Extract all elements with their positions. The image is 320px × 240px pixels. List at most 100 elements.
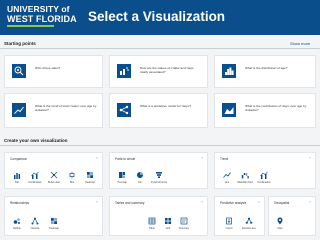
starting-point-text: What is a predictive model for 'days'?: [140, 104, 192, 108]
vis-label: Decision tree: [242, 227, 256, 230]
create-visualization-label: Create your own visualization: [4, 138, 68, 143]
network-icon: [31, 217, 39, 225]
vis-label: Bullet chart: [48, 181, 60, 184]
vis-combination[interactable]: Combination: [256, 171, 272, 184]
vis-label: Pie: [138, 181, 142, 184]
area-chart-icon: [222, 103, 236, 117]
starting-point-card[interactable]: What is the distribution of age?: [214, 55, 316, 88]
starting-point-text: How are the values of x'data' and 'days …: [140, 66, 194, 75]
bullet-chart-icon: [50, 171, 58, 179]
funnel-icon: [156, 172, 162, 178]
bar-scatter-icon: [117, 64, 131, 78]
vis-summary[interactable]: Summary: [176, 217, 192, 230]
panel-title: Predictive analysis: [220, 201, 247, 205]
bubble-chart-icon: [13, 218, 20, 224]
vis-box[interactable]: Box: [64, 171, 80, 184]
vis-label: Summary: [178, 227, 190, 230]
vis-network[interactable]: Network: [27, 217, 43, 230]
chevron-right-icon[interactable]: ›: [308, 156, 312, 160]
vis-treemap[interactable]: Treemap: [114, 171, 130, 184]
starting-point-text: What is the contribution of 'days' over …: [245, 104, 307, 113]
waterfall-chart-icon: [241, 173, 249, 179]
vis-label: Combination: [257, 181, 271, 184]
vis-table[interactable]: Table: [144, 217, 160, 230]
vis-pie[interactable]: Pie: [132, 171, 148, 184]
chevron-right-icon[interactable]: ›: [200, 156, 204, 160]
vis-label: Import: [225, 227, 233, 230]
panel-title: Comparison: [10, 157, 28, 161]
panel-geospatial: Geospatial › Map: [268, 196, 316, 236]
vis-label: Pyramid funnel: [151, 181, 167, 184]
vis-waterfall-chart[interactable]: Waterfall chart: [237, 171, 253, 184]
vis-decision-tree[interactable]: Decision tree: [241, 217, 257, 230]
network-icon: [117, 103, 131, 117]
panel-parts-to-whole: Parts to whole › Treemap Pie Pyramid fun…: [109, 152, 208, 189]
starting-point-card[interactable]: What is the contribution of 'days' over …: [214, 93, 316, 128]
logo-underline: [7, 25, 54, 27]
starting-point-text: What is the trend of total x'sales' over…: [35, 104, 97, 113]
starting-points-label: Starting points: [4, 41, 36, 46]
combination-chart-icon: [31, 171, 39, 179]
chevron-right-icon[interactable]: ›: [95, 200, 99, 204]
starting-point-card[interactable]: What is a predictive model for 'days'?: [109, 93, 208, 128]
combination-chart-icon: [260, 171, 268, 179]
pie-chart-icon: [137, 172, 143, 178]
vis-label: Heatmap: [85, 181, 95, 184]
starting-point-card[interactable]: What is the trend of total x'sales' over…: [4, 93, 103, 128]
chevron-right-icon[interactable]: ›: [308, 200, 312, 204]
panel-title: Trend: [220, 157, 229, 161]
vis-label: Bar: [15, 181, 19, 184]
panel-relationships: Relationships › Bubble Network Heatmap: [4, 196, 103, 236]
vis-bar[interactable]: Bar: [9, 171, 25, 184]
divider: [0, 48, 320, 49]
heatmap-icon: [87, 172, 93, 178]
vis-label: Box: [69, 181, 75, 184]
bar-chart-icon: [14, 173, 21, 179]
vis-bubble[interactable]: Bubble: [9, 217, 25, 230]
vis-label: Treemap: [117, 181, 127, 184]
starting-point-text: Who drives sales?: [35, 66, 61, 70]
vis-line[interactable]: Line: [219, 171, 235, 184]
panel-comparison: Comparison › Bar Combination Bullet char…: [4, 152, 103, 189]
vis-heatmap[interactable]: Heatmap: [82, 171, 98, 184]
logo-line2: WEST FLORIDA: [7, 13, 77, 24]
starting-point-text: What is the distribution of age?: [245, 66, 288, 70]
vis-bullet-chart[interactable]: Bullet chart: [46, 171, 62, 184]
heatmap-icon: [51, 218, 57, 224]
map-pin-icon: [277, 217, 283, 225]
panel-trend: Trend › Line Waterfall chart Combination: [214, 152, 316, 189]
trend-line-icon: [12, 103, 26, 117]
chevron-right-icon[interactable]: ›: [257, 200, 261, 204]
starting-point-card[interactable]: Who drives sales?: [4, 55, 103, 88]
panel-predictive-analysis: Predictive analysis › Import Decision tr…: [214, 196, 265, 236]
university-logo[interactable]: UNIVERSITY of WEST FLORIDA: [7, 4, 77, 24]
box-plot-icon: [69, 171, 75, 179]
page-title: Select a Visualization: [88, 9, 226, 24]
vis-combination[interactable]: Combination: [27, 171, 43, 184]
vis-label: Map: [277, 227, 283, 230]
vis-label: Line: [224, 181, 230, 184]
app-header: UNIVERSITY of WEST FLORIDA Select a Visu…: [0, 0, 320, 35]
chevron-right-icon[interactable]: ›: [95, 156, 99, 160]
vis-import[interactable]: Import: [221, 217, 237, 230]
chevron-right-icon[interactable]: ›: [200, 200, 204, 204]
table-icon: [148, 217, 156, 225]
panel-title: Tables and summary: [115, 201, 145, 205]
vis-label: Waterfall chart: [237, 181, 253, 184]
vis-label: Network: [30, 227, 40, 230]
panel-tables-and-summary: Tables and summary › Table Grid Summary: [109, 196, 208, 236]
vis-map[interactable]: Map: [272, 217, 288, 230]
divider: [0, 145, 320, 146]
vis-label: Table: [149, 227, 155, 230]
panel-title: Parts to whole: [115, 157, 136, 161]
vis-grid[interactable]: Grid: [160, 217, 176, 230]
show-more-link[interactable]: Show more: [290, 41, 310, 46]
vis-heatmap[interactable]: Heatmap: [46, 217, 62, 230]
vis-pyramid-funnel[interactable]: Pyramid funnel: [151, 171, 167, 184]
panel-title: Geospatial: [274, 201, 290, 205]
panel-title: Relationships: [10, 201, 30, 205]
vis-label: Bubble: [13, 227, 21, 230]
starting-point-card[interactable]: How are the values of x'data' and 'days …: [109, 55, 208, 88]
target-search-icon: [12, 64, 26, 78]
grid-icon: [165, 218, 171, 224]
